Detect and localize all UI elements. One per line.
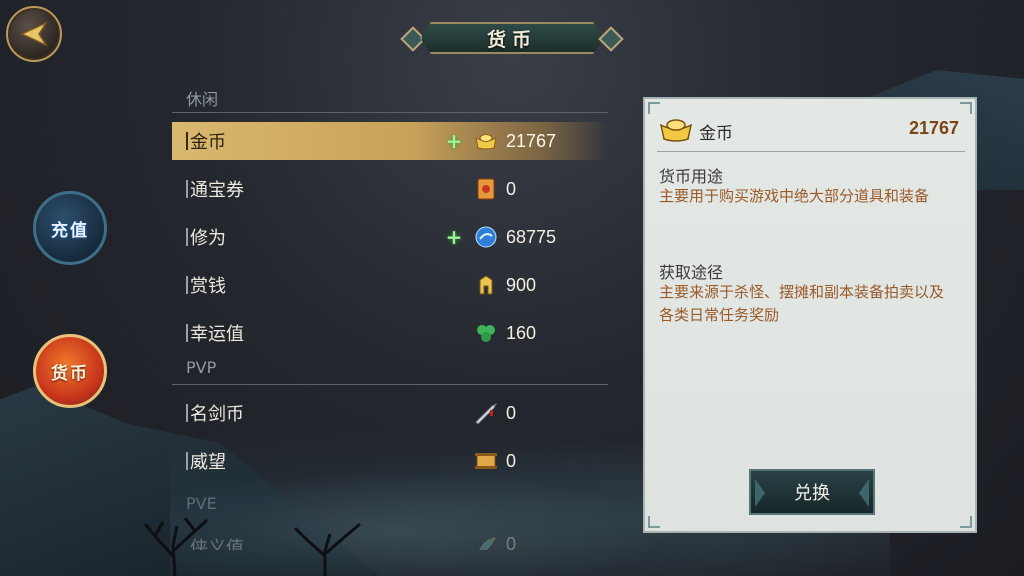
feather-icon xyxy=(474,536,498,550)
section-header-casual: 休闲 xyxy=(186,90,219,109)
blue-orb-icon xyxy=(474,226,498,248)
row-marker xyxy=(186,276,188,294)
exchange-button[interactable]: 兑换 xyxy=(749,469,875,515)
row-value: 900 xyxy=(506,274,537,295)
button-deco-right xyxy=(859,479,869,507)
banner-diamond-right-icon xyxy=(598,26,624,52)
panel-corner xyxy=(648,516,660,528)
currency-row-prestige[interactable]: 威望 0 xyxy=(172,442,608,480)
row-label: 通宝券 xyxy=(190,180,244,201)
scroll-ticket-icon xyxy=(474,178,498,200)
sword-icon xyxy=(474,402,498,424)
currency-row-chivalry[interactable]: 侠义值 0 xyxy=(172,528,608,550)
section-header-pvp: PVP xyxy=(186,358,217,377)
row-value: 68775 xyxy=(506,226,557,247)
row-value: 21767 xyxy=(506,130,557,151)
section-header-pve: PVE xyxy=(186,494,217,513)
row-marker xyxy=(186,132,188,150)
gold-ingot-icon xyxy=(474,130,498,152)
add-gold-button[interactable]: + xyxy=(445,131,463,151)
row-marker xyxy=(186,452,188,470)
gold-coin-stack-icon xyxy=(474,274,498,296)
banner-scroll-icon xyxy=(474,450,498,472)
currency-tab-button[interactable]: 货币 xyxy=(33,334,107,408)
row-label: 幸运值 xyxy=(190,324,244,345)
detail-currency-name: 金币 xyxy=(699,124,733,144)
gold-ingot-icon xyxy=(659,115,693,143)
row-marker xyxy=(186,228,188,246)
detail-header: 金币 21767 xyxy=(657,113,965,152)
row-label: 名剑币 xyxy=(190,404,244,425)
recharge-button[interactable]: 充值 xyxy=(33,191,107,265)
currency-row-gold[interactable]: 金币 + 21767 xyxy=(172,122,608,160)
currency-row-reward-money[interactable]: 赏钱 900 xyxy=(172,266,608,304)
row-label: 威望 xyxy=(190,452,226,473)
panel-corner xyxy=(960,516,972,528)
row-marker xyxy=(186,404,188,422)
usage-text: 主要用于购买游戏中绝大部分道具和装备 xyxy=(659,187,930,205)
section-divider xyxy=(172,112,608,113)
page-title: 货币 xyxy=(486,28,537,51)
source-text-line-1: 主要来源于杀怪、摆摊和副本装备拍卖以及 xyxy=(659,283,945,301)
source-text-line-2: 各类日常任务奖励 xyxy=(659,306,780,324)
currency-row-luck[interactable]: 幸运值 160 xyxy=(172,314,608,352)
row-value: 160 xyxy=(506,322,537,343)
row-label: 金币 xyxy=(190,132,226,153)
exchange-button-label: 兑换 xyxy=(794,483,830,504)
row-value: 0 xyxy=(506,534,517,550)
title-banner: 货币 xyxy=(400,20,624,56)
currency-row-tongbao[interactable]: 通宝券 0 xyxy=(172,170,608,208)
back-button[interactable] xyxy=(6,6,62,62)
row-label: 修为 xyxy=(190,228,226,249)
detail-currency-value: 21767 xyxy=(908,118,959,138)
row-value: 0 xyxy=(506,178,517,199)
button-deco-left xyxy=(755,479,765,507)
currency-row-cultivation[interactable]: 修为 + 68775 xyxy=(172,218,608,256)
row-label: 赏钱 xyxy=(190,276,226,297)
currency-detail-panel: 金币 21767 货币用途 主要用于购买游戏中绝大部分道具和装备 获取途径 主要… xyxy=(643,97,977,533)
row-value: 0 xyxy=(506,450,517,471)
row-label: 侠义值 xyxy=(190,538,244,550)
source-title: 获取途径 xyxy=(659,263,724,282)
currency-row-famous-sword[interactable]: 名剑币 0 xyxy=(172,394,608,432)
row-value: 0 xyxy=(506,402,517,423)
add-cultivation-button[interactable]: + xyxy=(445,227,463,247)
row-marker xyxy=(186,180,188,198)
usage-title: 货币用途 xyxy=(659,167,724,186)
row-marker xyxy=(186,324,188,342)
back-arrow-icon xyxy=(20,21,48,47)
section-divider xyxy=(172,384,608,385)
clover-icon xyxy=(474,322,498,344)
